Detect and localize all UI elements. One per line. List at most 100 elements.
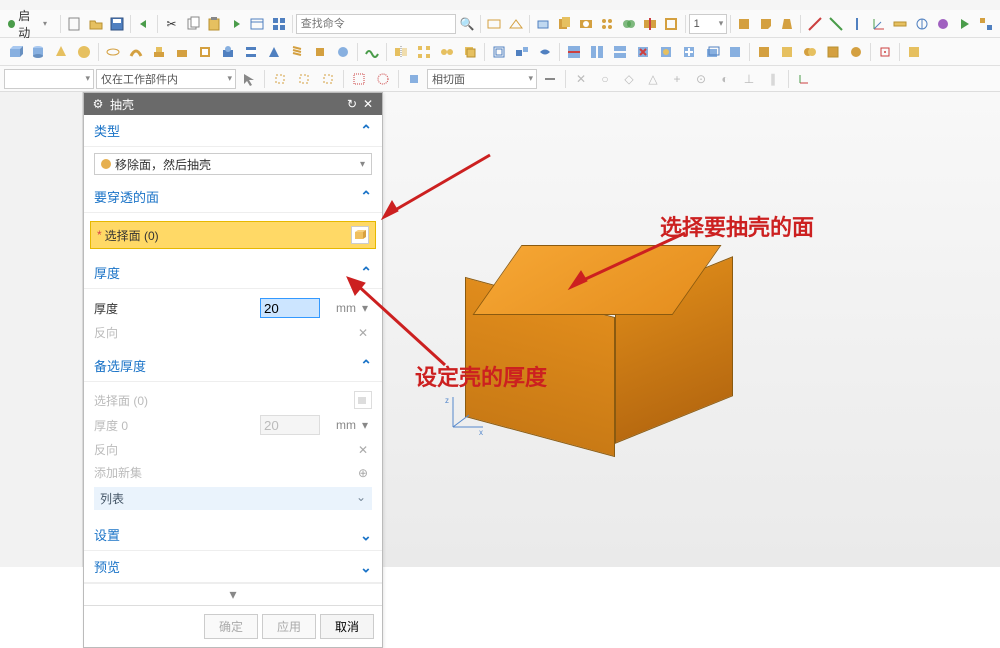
- draft-icon[interactable]: [777, 13, 797, 35]
- scale-icon[interactable]: [511, 41, 533, 63]
- chamfer-icon[interactable]: [756, 13, 776, 35]
- grid-icon[interactable]: [268, 13, 288, 35]
- simplify-icon[interactable]: [822, 41, 844, 63]
- copy-icon[interactable]: [183, 13, 203, 35]
- cancel-button[interactable]: 取消: [320, 614, 374, 639]
- sphere-icon[interactable]: [73, 41, 95, 63]
- face-rule-combo[interactable]: 相切面: [427, 69, 537, 89]
- wcs-icon[interactable]: [793, 68, 815, 90]
- play-icon[interactable]: [954, 13, 974, 35]
- thickness-input[interactable]: [260, 298, 320, 318]
- scope-combo[interactable]: 仅在工作部件内: [96, 69, 236, 89]
- sync-icon[interactable]: [903, 41, 925, 63]
- offset-icon[interactable]: [488, 41, 510, 63]
- section-settings[interactable]: 设置 ⌃: [84, 519, 382, 551]
- emboss-icon[interactable]: [217, 41, 239, 63]
- pattern2-icon[interactable]: [413, 41, 435, 63]
- wrap2-icon[interactable]: [845, 41, 867, 63]
- analysis-icon[interactable]: [911, 13, 931, 35]
- move-face-icon[interactable]: [678, 41, 700, 63]
- assembly-icon[interactable]: [976, 13, 996, 35]
- wave-icon[interactable]: [361, 41, 383, 63]
- save-icon[interactable]: [107, 13, 127, 35]
- delete-face-icon[interactable]: [632, 41, 654, 63]
- pocket-icon[interactable]: [194, 41, 216, 63]
- block-icon[interactable]: [4, 41, 26, 63]
- snap2-icon[interactable]: [293, 68, 315, 90]
- lasso-select-icon[interactable]: [372, 68, 394, 90]
- axis-x-icon[interactable]: [804, 13, 824, 35]
- select-face-row[interactable]: * 选择面 (0): [90, 221, 376, 249]
- type-combo[interactable]: 移除面，然后抽壳: [94, 153, 372, 175]
- join-icon[interactable]: [799, 41, 821, 63]
- groove-icon[interactable]: [240, 41, 262, 63]
- pattern-icon[interactable]: [597, 13, 617, 35]
- dart-icon[interactable]: [309, 41, 331, 63]
- undo-icon[interactable]: [134, 13, 154, 35]
- section-pierce[interactable]: 要穿透的面 ⌃: [84, 181, 382, 213]
- edge-icon[interactable]: [734, 13, 754, 35]
- patch-icon[interactable]: [776, 41, 798, 63]
- assoc-copy-icon[interactable]: [459, 41, 481, 63]
- thread-icon[interactable]: [286, 41, 308, 63]
- axis-y-icon[interactable]: [826, 13, 846, 35]
- number-combo[interactable]: 1: [689, 14, 728, 34]
- launch-dropdown[interactable]: 启动 ▾: [4, 13, 57, 35]
- open-icon[interactable]: [85, 13, 105, 35]
- section-preview[interactable]: 预览 ⌃: [84, 551, 382, 583]
- material-icon[interactable]: [933, 13, 953, 35]
- sew-icon[interactable]: [753, 41, 775, 63]
- snap1-icon[interactable]: [269, 68, 291, 90]
- view-cube-icon[interactable]: [874, 41, 896, 63]
- redo-icon[interactable]: [226, 13, 246, 35]
- close-icon[interactable]: ✕: [360, 97, 376, 111]
- wrap-icon[interactable]: [534, 41, 556, 63]
- pad-icon[interactable]: [171, 41, 193, 63]
- revolve-icon[interactable]: [102, 41, 124, 63]
- section-thickness[interactable]: 厚度 ⌃: [84, 257, 382, 289]
- face-select-icon[interactable]: [403, 68, 425, 90]
- boss-icon[interactable]: [148, 41, 170, 63]
- cone-icon[interactable]: [50, 41, 72, 63]
- cylinder-icon[interactable]: [27, 41, 49, 63]
- command-search-input[interactable]: [296, 14, 456, 34]
- select-icon[interactable]: [238, 68, 260, 90]
- instance-icon[interactable]: [436, 41, 458, 63]
- reset-icon[interactable]: ↻: [344, 97, 360, 111]
- datum-icon[interactable]: [533, 13, 553, 35]
- section-alternate[interactable]: 备选厚度 ⌃: [84, 350, 382, 382]
- rule-icon[interactable]: [539, 68, 561, 90]
- paste-icon[interactable]: [204, 13, 224, 35]
- snap3-icon[interactable]: [317, 68, 339, 90]
- trim-body-icon[interactable]: [563, 41, 585, 63]
- shell-icon[interactable]: [661, 13, 681, 35]
- dialog-titlebar[interactable]: ⚙ 抽壳 ↻ ✕: [84, 93, 382, 115]
- face-picker-icon[interactable]: [351, 226, 369, 244]
- cut-icon[interactable]: ✂: [161, 13, 181, 35]
- sketch2-icon[interactable]: [505, 13, 525, 35]
- search-icon[interactable]: 🔍: [457, 13, 477, 35]
- sketch-icon[interactable]: [484, 13, 504, 35]
- resize-face-icon[interactable]: [724, 41, 746, 63]
- gear-icon[interactable]: ⚙: [90, 97, 106, 111]
- window-icon[interactable]: [247, 13, 267, 35]
- sweep-icon[interactable]: [125, 41, 147, 63]
- offset-face-icon[interactable]: [701, 41, 723, 63]
- section-type[interactable]: 类型 ⌃: [84, 115, 382, 147]
- new-icon[interactable]: [64, 13, 84, 35]
- filter-combo[interactable]: [4, 69, 94, 89]
- expand-handle[interactable]: ▾: [84, 583, 382, 605]
- rib-icon[interactable]: [263, 41, 285, 63]
- divide-icon[interactable]: [609, 41, 631, 63]
- user-icon[interactable]: [332, 41, 354, 63]
- hole-icon[interactable]: [576, 13, 596, 35]
- mirror-icon[interactable]: [390, 41, 412, 63]
- trim-icon[interactable]: [640, 13, 660, 35]
- replace-face-icon[interactable]: [655, 41, 677, 63]
- axis-z-icon[interactable]: [847, 13, 867, 35]
- measure-icon[interactable]: [890, 13, 910, 35]
- extrude-icon[interactable]: [554, 13, 574, 35]
- box-select-icon[interactable]: [348, 68, 370, 90]
- unite-icon[interactable]: [618, 13, 638, 35]
- split-icon[interactable]: [586, 41, 608, 63]
